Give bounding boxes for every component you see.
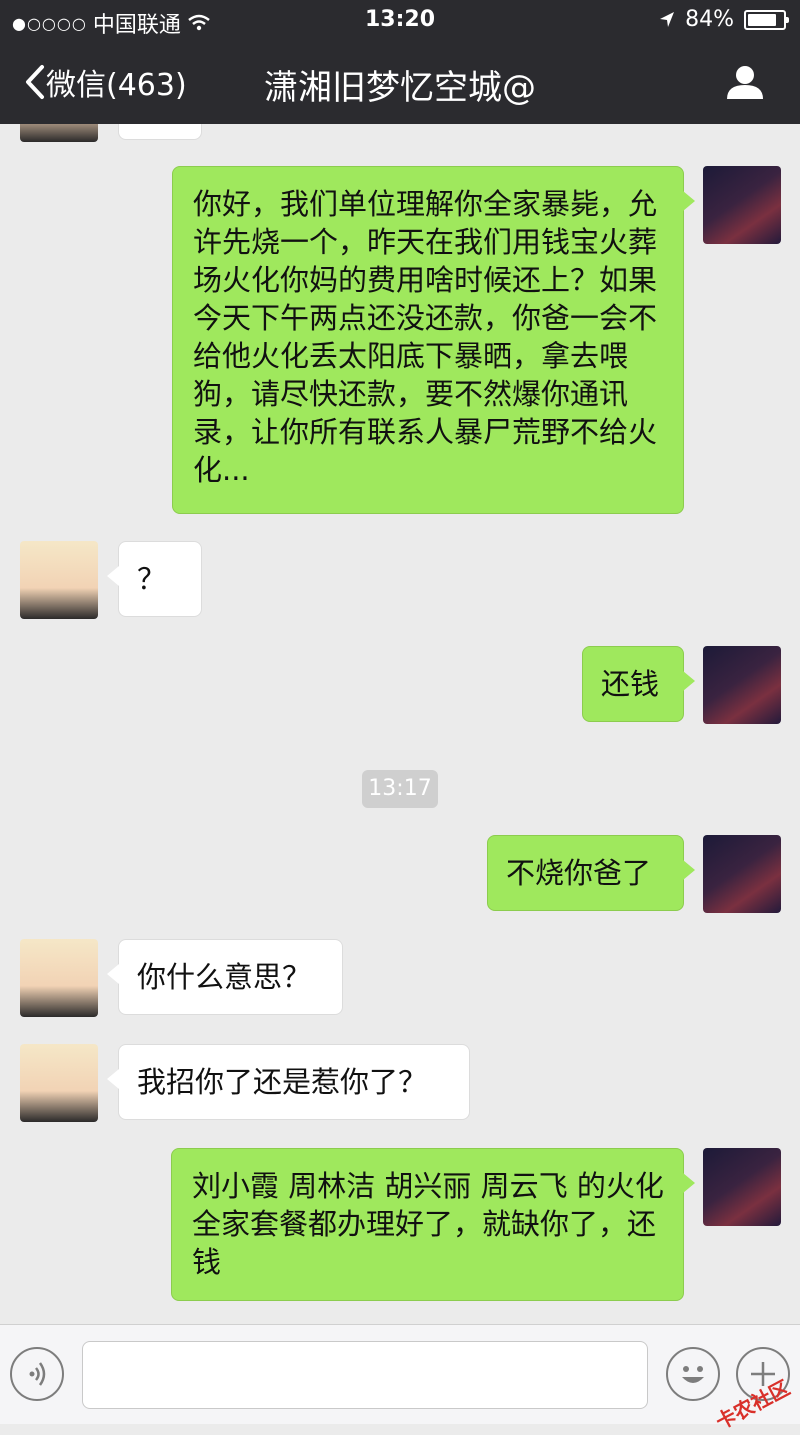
chat-area[interactable]: 你好，我们单位理解你全家暴毙，允许先烧一个，昨天在我们用钱宝火葬场火化你妈的费用…	[0, 124, 800, 1324]
chat-info-button[interactable]	[726, 64, 764, 104]
avatar[interactable]	[20, 541, 98, 619]
message-text: 我招你了还是惹你了？	[137, 1065, 428, 1099]
message-text: 不烧你爸了	[506, 856, 652, 890]
nav-bar: 微信(463) 潇湘旧梦忆空城@	[0, 40, 800, 124]
message-text: 还钱	[601, 667, 660, 701]
message-bubble[interactable]: 你好，我们单位理解你全家暴毙，允许先烧一个，昨天在我们用钱宝火葬场火化你妈的费用…	[172, 166, 695, 514]
battery-percent: 84%	[685, 7, 734, 32]
message-bubble[interactable]: 还钱	[582, 646, 695, 722]
message-bubble[interactable]: 我招你了还是惹你了？	[107, 1044, 470, 1120]
message-text: 刘小霞 周林洁 胡兴丽 周云飞 的火化全家套餐都办理好了，就缺你了，还钱	[192, 1169, 664, 1279]
location-arrow-icon	[660, 11, 675, 27]
avatar[interactable]	[703, 835, 781, 913]
time-divider: 13:17	[362, 770, 438, 808]
message-bubble[interactable]: 刘小霞 周林洁 胡兴丽 周云飞 的火化全家套餐都办理好了，就缺你了，还钱	[171, 1148, 695, 1301]
avatar[interactable]	[20, 939, 98, 1017]
message-text: 你什么意思？	[137, 960, 312, 994]
avatar[interactable]	[703, 166, 781, 244]
message-bubble[interactable]: 不烧你爸了	[487, 835, 695, 911]
voice-icon	[29, 1362, 46, 1386]
avatar[interactable]	[703, 1148, 781, 1226]
avatar[interactable]	[20, 1044, 98, 1122]
person-icon	[727, 66, 763, 99]
voice-toggle-button[interactable]	[10, 1347, 64, 1401]
avatar[interactable]	[20, 124, 98, 142]
message-bubble[interactable]: 你什么意思？	[107, 939, 343, 1015]
emoji-button[interactable]	[666, 1347, 720, 1401]
message-text: ？	[137, 562, 167, 596]
message-bubble-partial	[118, 124, 202, 140]
input-bar: 卡农社区	[0, 1324, 800, 1434]
avatar[interactable]	[703, 646, 781, 724]
status-bar: ●○○○○ 中国联通 13:20 84%	[0, 0, 800, 40]
message-text: 你好，我们单位理解你全家暴毙，允许先烧一个，昨天在我们用钱宝火葬场火化你妈的费用…	[193, 187, 658, 487]
chat-title: 潇湘旧梦忆空城@	[264, 68, 536, 108]
emoji-icon	[682, 1366, 704, 1383]
message-bubble[interactable]: ？	[107, 541, 202, 617]
battery-icon	[744, 9, 789, 30]
message-input[interactable]	[82, 1341, 648, 1409]
